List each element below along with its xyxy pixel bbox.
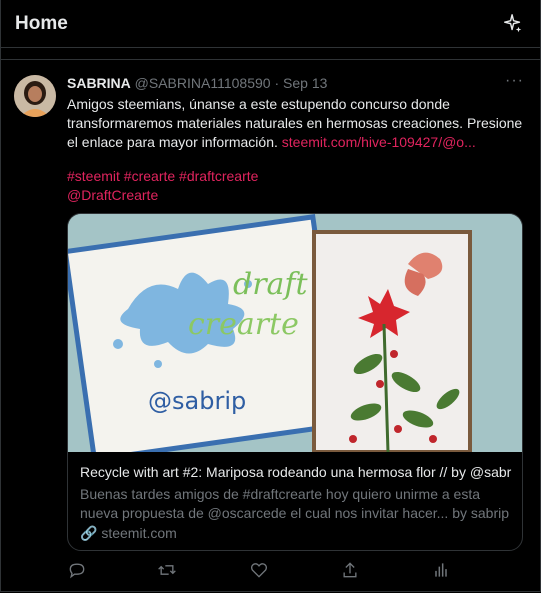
tweet-link[interactable]: steemit.com/hive-109427/@o... bbox=[282, 134, 476, 150]
page-title: Home bbox=[15, 13, 68, 34]
card-title: Recycle with art #2: Mariposa rodeando u… bbox=[80, 464, 512, 480]
card-description: Buenas tardes amigos de #draftcrearte ho… bbox=[80, 486, 510, 521]
compose-divider bbox=[0, 48, 541, 60]
author-name[interactable]: SABRINA bbox=[67, 75, 131, 91]
card-info: Recycle with art #2: Mariposa rodeando u… bbox=[68, 452, 522, 550]
mention[interactable]: @DraftCrearte bbox=[67, 186, 258, 205]
card-image: draft crearte @sabrip bbox=[68, 214, 522, 463]
like-icon[interactable] bbox=[249, 560, 269, 580]
link-card[interactable]: draft crearte @sabrip Recycle with art # bbox=[67, 213, 523, 551]
share-icon[interactable] bbox=[340, 560, 360, 580]
card-domain-text: steemit.com bbox=[101, 525, 177, 541]
sparkle-icon[interactable] bbox=[502, 13, 524, 35]
tweet-date[interactable]: Sep 13 bbox=[283, 75, 327, 91]
tweet-header: SABRINA @SABRINA11108590 · Sep 13 bbox=[67, 75, 327, 91]
card-image-text-sabrip: @sabrip bbox=[148, 387, 246, 415]
card-image-text-draft: draft bbox=[233, 267, 309, 302]
avatar[interactable] bbox=[14, 75, 56, 117]
more-options-icon[interactable]: ··· bbox=[505, 72, 524, 90]
card-image-text-crearte: crearte bbox=[188, 307, 299, 342]
author-handle[interactable]: @SABRINA11108590 bbox=[135, 75, 271, 91]
tweet-actions bbox=[67, 560, 467, 582]
analytics-icon[interactable] bbox=[431, 560, 451, 580]
retweet-icon[interactable] bbox=[157, 560, 177, 580]
reply-icon[interactable] bbox=[67, 560, 87, 580]
meta-separator: · bbox=[274, 75, 280, 91]
hashtags[interactable]: #steemit #crearte #draftcrearte bbox=[67, 167, 258, 186]
tweet-text: Amigos steemians, únanse a este estupend… bbox=[67, 95, 527, 152]
link-icon: 🔗 bbox=[80, 525, 98, 541]
tweet-tags: #steemit #crearte #draftcrearte @DraftCr… bbox=[67, 167, 258, 205]
card-domain: 🔗 steemit.com bbox=[80, 525, 177, 542]
timeline-header: Home bbox=[0, 0, 541, 48]
